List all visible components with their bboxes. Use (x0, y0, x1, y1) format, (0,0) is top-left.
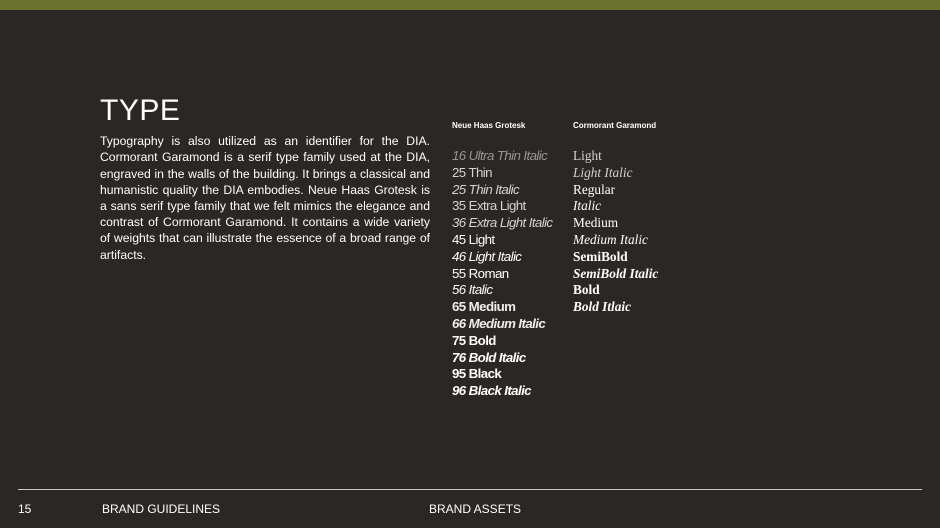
serif-weight-item: Light (573, 148, 602, 163)
sans-weight-item: 25 Thin Italic (452, 181, 520, 197)
accent-bar (0, 0, 940, 10)
page-number: 15 (18, 502, 32, 516)
sans-weight-item: 36 Extra Light Italic (452, 215, 553, 231)
sans-weight-item: 76 Bold Italic (452, 349, 526, 365)
sans-weight-item: 25 Thin (452, 164, 493, 180)
serif-font-name: Cormorant Garamond (573, 121, 657, 130)
serif-weight-item: Light Italic (573, 164, 633, 180)
cormorant-garamond-column: Cormorant Garamond Light Light Italic Re… (573, 121, 683, 316)
serif-weight-item: SemiBold Italic (573, 265, 659, 281)
sans-weights-list: 16 Ultra Thin Italic 25 Thin 25 Thin Ita… (452, 148, 562, 400)
sans-weight-item: 46 Light Italic (452, 248, 522, 264)
sans-weight-item: 45 Light (452, 231, 495, 247)
serif-weight-item: Medium (573, 215, 619, 231)
sans-weight-item: 96 Black Italic (452, 383, 532, 399)
footer-chapter-label: BRAND ASSETS (429, 502, 522, 516)
sans-weight-item: 66 Medium Italic (452, 315, 546, 331)
footer-section-label: BRAND GUIDELINES (102, 502, 221, 516)
serif-weight-item: SemiBold (573, 248, 628, 264)
serif-weight-item: Medium Italic (573, 231, 648, 247)
sans-weight-item: 16 Ultra Thin Italic (452, 148, 548, 163)
serif-weight-item: Bold (573, 282, 600, 298)
sans-weight-item: 56 Italic (452, 282, 493, 298)
sans-font-name: Neue Haas Grotesk (452, 121, 526, 130)
serif-weight-item: Regular (573, 181, 616, 197)
sans-weight-item: 55 Roman (452, 265, 509, 281)
serif-weight-item: Bold Itlaic (573, 299, 631, 315)
footer-divider (18, 489, 922, 490)
sans-weight-item: 75 Bold (452, 332, 496, 348)
serif-weights-list: Light Light Italic Regular Italic Medium… (573, 148, 683, 316)
page-title: TYPE (100, 94, 181, 128)
sans-weight-item: 35 Extra Light (452, 198, 526, 214)
serif-weight-item: Italic (573, 198, 602, 214)
sans-weight-item: 95 Black (452, 366, 502, 382)
sans-weight-item: 65 Medium (452, 299, 516, 315)
type-description: Typography is also utilized as an identi… (100, 134, 430, 262)
neue-haas-grotesk-column: Neue Haas Grotesk 16 Ultra Thin Italic 2… (452, 121, 562, 400)
